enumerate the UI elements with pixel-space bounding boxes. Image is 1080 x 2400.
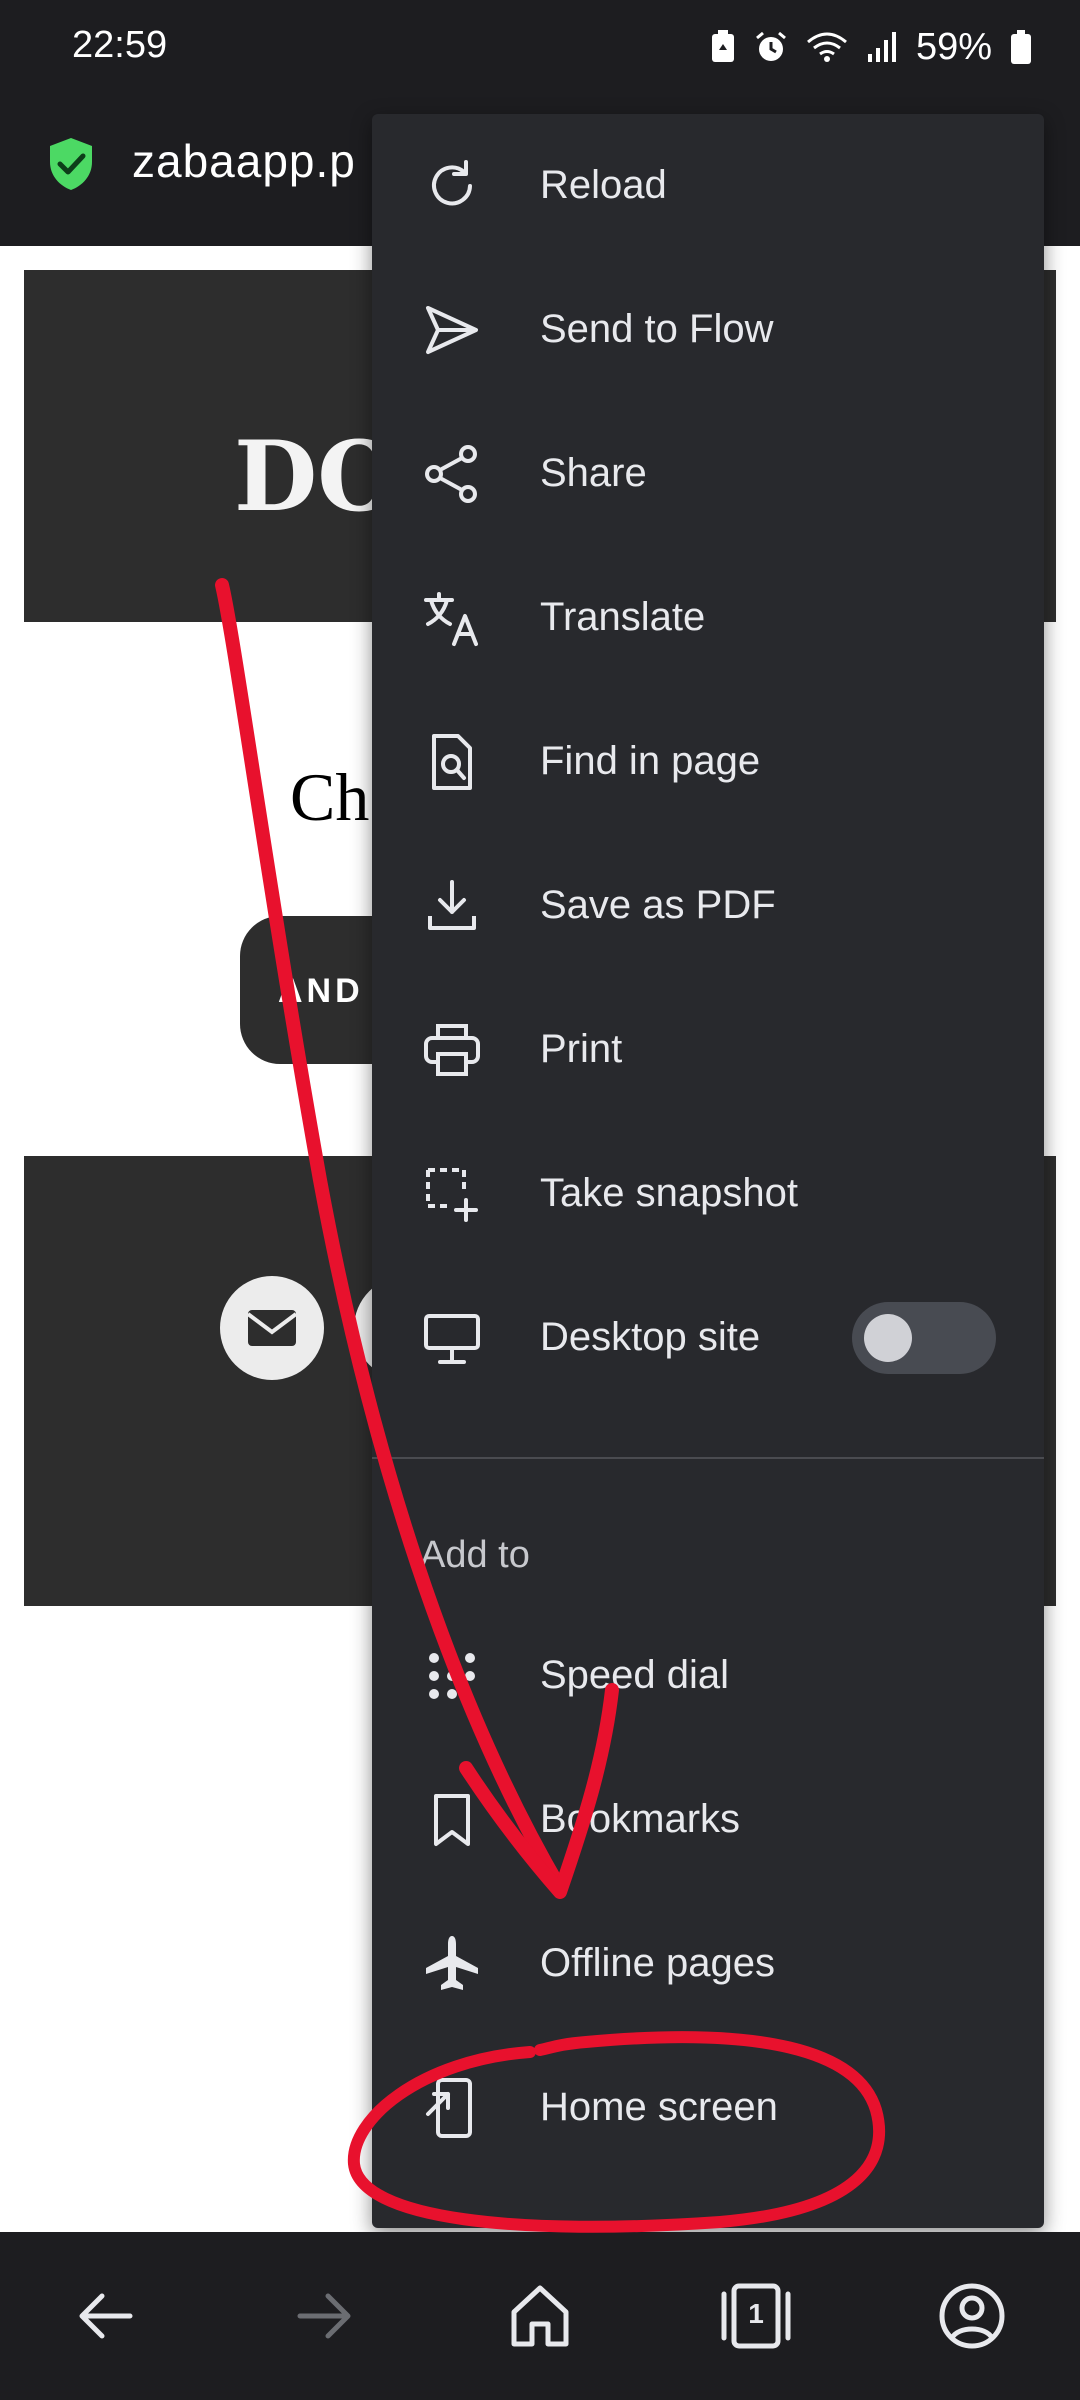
menu-item-label: Share <box>540 451 647 495</box>
menu-divider <box>372 1457 1044 1459</box>
bottom-navigation: 1 <box>0 2232 1080 2400</box>
menu-item-label: Bookmarks <box>540 1797 741 1841</box>
desktop-site-toggle[interactable] <box>852 1302 996 1374</box>
email-link[interactable] <box>220 1276 324 1380</box>
menu-item-find-in-page[interactable]: Find in page <box>372 690 1044 834</box>
home-button[interactable] <box>500 2276 580 2356</box>
menu-item-share[interactable]: Share <box>372 402 1044 546</box>
signal-icon <box>866 30 898 64</box>
tab-count: 1 <box>748 2298 764 2329</box>
menu-item-reload[interactable]: Reload <box>372 114 1044 258</box>
battery-percentage: 59% <box>915 25 992 68</box>
page-heading: Ch <box>290 759 370 835</box>
menu-item-home-screen[interactable]: Home screen <box>372 2036 1044 2180</box>
menu-item-label: Print <box>540 1027 623 1071</box>
desktop-icon <box>424 1314 480 1364</box>
send-icon <box>426 306 478 354</box>
forward-arrow-icon <box>297 2293 351 2339</box>
download-icon <box>428 880 476 930</box>
find-in-page-icon <box>432 734 472 790</box>
menu-item-speed-dial[interactable]: Speed dial <box>372 1604 1044 1748</box>
status-time: 22:59 <box>72 24 168 66</box>
overflow-menu: Reload Send to Flow Share Translate Find… <box>372 114 1044 2228</box>
alarm-icon <box>754 30 788 64</box>
menu-item-label: Take snapshot <box>540 1171 798 1215</box>
menu-item-bookmarks[interactable]: Bookmarks <box>372 1748 1044 1892</box>
reload-icon <box>432 160 472 206</box>
add-to-home-screen-icon <box>426 2078 472 2138</box>
page-action-label: AND <box>278 972 364 1010</box>
add-to-header: Add to <box>420 1534 530 1576</box>
menu-item-label: Send to Flow <box>540 307 774 351</box>
status-icons: 59% <box>710 22 1032 72</box>
speed-dial-icon <box>429 1653 475 1699</box>
envelope-icon <box>246 1310 298 1346</box>
tabs-button[interactable]: 1 <box>716 2276 796 2356</box>
menu-item-label: Desktop site <box>540 1315 761 1359</box>
menu-item-offline-pages[interactable]: Offline pages <box>372 1892 1044 2036</box>
menu-item-label: Home screen <box>540 2085 778 2129</box>
url-text[interactable]: zabaapp.p <box>132 134 356 188</box>
forward-button[interactable] <box>284 2276 364 2356</box>
security-shield-icon[interactable] <box>46 136 96 197</box>
wifi-icon <box>806 30 848 64</box>
menu-item-label: Reload <box>540 163 667 207</box>
battery-saver-icon <box>710 30 736 64</box>
menu-item-print[interactable]: Print <box>372 978 1044 1122</box>
menu-item-translate[interactable]: Translate <box>372 546 1044 690</box>
menu-item-desktop-site[interactable]: Desktop site <box>372 1266 1044 1410</box>
menu-item-label: Find in page <box>540 739 761 783</box>
menu-item-send-to-flow[interactable]: Send to Flow <box>372 258 1044 402</box>
back-arrow-icon <box>79 2293 133 2339</box>
account-icon <box>939 2283 1005 2349</box>
print-icon <box>424 1024 480 1076</box>
menu-item-take-snapshot[interactable]: Take snapshot <box>372 1122 1044 1266</box>
menu-item-label: Save as PDF <box>540 883 776 927</box>
account-button[interactable] <box>932 2276 1012 2356</box>
menu-item-save-as-pdf[interactable]: Save as PDF <box>372 834 1044 978</box>
menu-item-label: Translate <box>540 595 706 639</box>
bookmark-icon <box>434 1794 470 1846</box>
translate-icon <box>424 592 478 646</box>
menu-item-label: Speed dial <box>540 1653 730 1697</box>
battery-icon <box>1010 29 1032 65</box>
status-bar: 22:59 59% <box>0 0 1080 100</box>
snapshot-icon <box>426 1168 478 1222</box>
home-icon <box>511 2285 569 2347</box>
toggle-knob <box>864 1314 912 1362</box>
menu-item-label: Offline pages <box>540 1941 775 1985</box>
share-icon <box>425 445 477 503</box>
back-button[interactable] <box>66 2276 146 2356</box>
airplane-icon <box>426 1936 478 1990</box>
